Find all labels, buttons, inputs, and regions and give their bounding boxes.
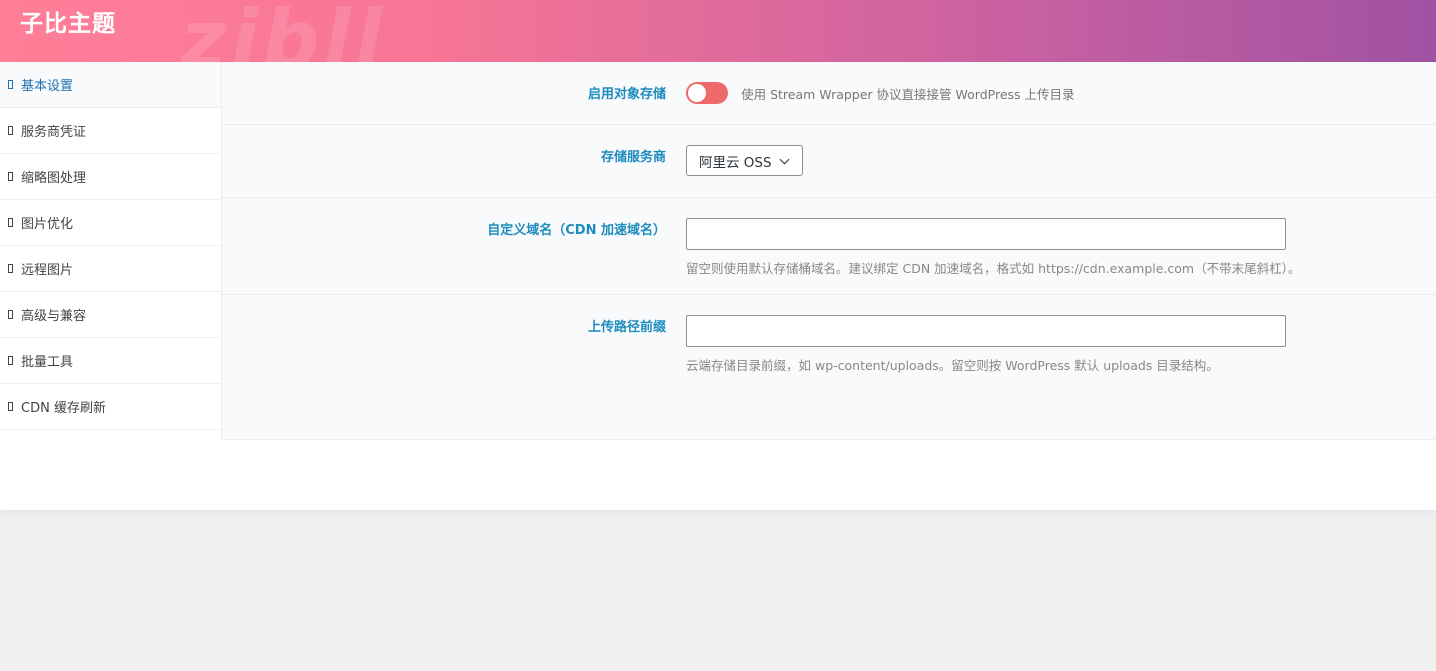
sidebar-nav: 基本设置 服务商凭证 缩略图处理 图片优化 远程图片 高级与兼容 批量工具 CD… (0, 62, 222, 439)
field-row-custom-domain: 自定义域名（CDN 加速域名） 留空则使用默认存储桶域名。建议绑定 CDN 加速… (222, 198, 1436, 295)
field-row-upload-prefix: 上传路径前缀 云端存储目录前缀，如 wp-content/uploads。留空则… (222, 295, 1436, 439)
sidebar-item-label: 批量工具 (21, 355, 74, 370)
sidebar-item-label: 服务商凭证 (21, 125, 87, 140)
field-row-provider: 存储服务商 阿里云 OSS (222, 125, 1436, 198)
sidebar-item-label: 高级与兼容 (21, 309, 87, 324)
field-label: 启用对象存储 (587, 87, 666, 102)
settings-content: 启用对象存储 使用 Stream Wrapper 协议直接接管 WordPres… (222, 62, 1436, 440)
sidebar-item-thumbnail[interactable]: 缩略图处理 (0, 154, 221, 200)
menu-item-icon (8, 356, 13, 365)
sidebar-item-label: 图片优化 (21, 217, 74, 232)
sidebar-item-label: 基本设置 (21, 79, 74, 94)
sidebar-item-label: CDN 缓存刷新 (21, 401, 106, 416)
menu-item-icon (8, 264, 13, 273)
menu-item-icon (8, 310, 13, 319)
enable-storage-toggle[interactable] (686, 82, 728, 104)
provider-selected-value: 阿里云 OSS (699, 154, 772, 171)
field-help-text: 留空则使用默认存储桶域名。建议绑定 CDN 加速域名，格式如 https://c… (686, 261, 1301, 276)
settings-panel: zibll 子比主题 基本设置 服务商凭证 缩略图处理 图片优化 远程图片 高级… (0, 0, 1436, 510)
field-body: 云端存储目录前缀，如 wp-content/uploads。留空则按 WordP… (686, 315, 1286, 374)
field-row-enable-storage: 启用对象存储 使用 Stream Wrapper 协议直接接管 WordPres… (222, 62, 1436, 125)
field-help-text: 云端存储目录前缀，如 wp-content/uploads。留空则按 WordP… (686, 358, 1219, 373)
upload-prefix-input[interactable] (686, 315, 1286, 347)
sidebar-item-batch-tools[interactable]: 批量工具 (0, 338, 221, 384)
chevron-down-icon (779, 154, 790, 165)
header-banner: zibll 子比主题 (0, 0, 1436, 62)
field-body: 阿里云 OSS (686, 145, 803, 176)
field-label: 存储服务商 (600, 150, 666, 165)
toggle-description: 使用 Stream Wrapper 协议直接接管 WordPress 上传目录 (741, 86, 1075, 102)
sidebar-item-provider-credentials[interactable]: 服务商凭证 (0, 108, 221, 154)
menu-item-icon (8, 80, 13, 89)
menu-item-icon (8, 172, 13, 181)
provider-select[interactable]: 阿里云 OSS (686, 145, 803, 176)
sidebar-item-advanced[interactable]: 高级与兼容 (0, 292, 221, 338)
sidebar-item-label: 缩略图处理 (21, 171, 87, 186)
sidebar-item-remote-images[interactable]: 远程图片 (0, 246, 221, 292)
field-body: 留空则使用默认存储桶域名。建议绑定 CDN 加速域名，格式如 https://c… (686, 218, 1300, 277)
sidebar-item-cdn-refresh[interactable]: CDN 缓存刷新 (0, 384, 221, 430)
field-body: 使用 Stream Wrapper 协议直接接管 WordPress 上传目录 (686, 82, 1075, 104)
menu-item-icon (8, 218, 13, 227)
field-label: 上传路径前缀 (587, 320, 666, 335)
menu-item-icon (8, 402, 13, 411)
toggle-knob (688, 84, 706, 102)
header-title: 子比主题 (20, 11, 116, 37)
menu-item-icon (8, 126, 13, 135)
sidebar-item-image-optimization[interactable]: 图片优化 (0, 200, 221, 246)
header-watermark: zibll (180, 0, 387, 62)
sidebar-item-basic-settings[interactable]: 基本设置 (0, 62, 221, 108)
field-label: 自定义域名（CDN 加速域名） (487, 223, 666, 238)
sidebar-item-label: 远程图片 (21, 263, 74, 278)
custom-domain-input[interactable] (686, 218, 1286, 250)
